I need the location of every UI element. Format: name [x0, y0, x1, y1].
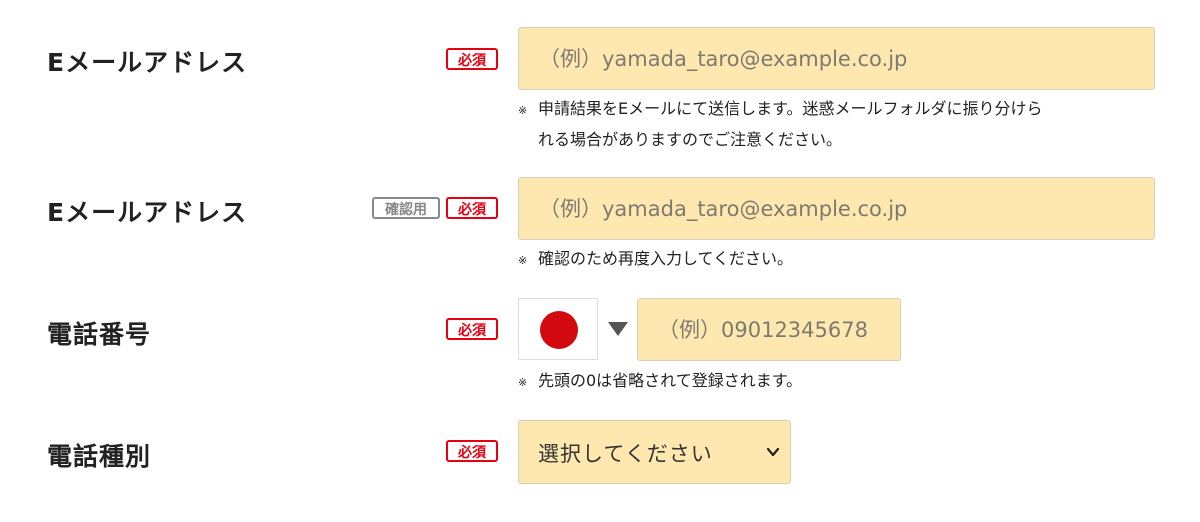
email-confirm-note: ※ 確認のため再度入力してください。 — [518, 244, 793, 275]
note-mark: ※ — [518, 254, 528, 267]
chevron-down-icon — [766, 447, 780, 457]
country-selector[interactable] — [518, 298, 598, 360]
phone-type-select[interactable]: 選択してください — [518, 420, 791, 484]
email-confirm-input[interactable] — [518, 177, 1155, 240]
email-note-line2: れる場合がありますのでご注意ください。 — [538, 130, 843, 149]
required-badge: 必須 — [446, 318, 498, 340]
phone-note-text: 先頭の0は省略されて登録されます。 — [538, 371, 803, 390]
email-note-line1: 申請結果をEメールにて送信します。迷惑メールフォルダに振り分けら — [538, 99, 1043, 118]
email-label: Eメールアドレス — [47, 48, 248, 77]
required-badge: 必須 — [446, 48, 498, 70]
phone-note: ※ 先頭の0は省略されて登録されます。 — [518, 366, 802, 397]
caret-down-icon[interactable] — [608, 322, 628, 336]
required-badge: 必須 — [446, 197, 498, 219]
confirm-badge: 確認用 — [372, 197, 440, 219]
phone-type-label: 電話種別 — [47, 442, 152, 471]
note-mark: ※ — [518, 104, 528, 117]
required-badge: 必須 — [446, 440, 498, 462]
email-note: ※ 申請結果をEメールにて送信します。迷惑メールフォルダに振り分けら れる場合があ… — [518, 94, 1043, 154]
email-input[interactable] — [518, 27, 1155, 90]
phone-label: 電話番号 — [47, 320, 152, 349]
email-confirm-label: Eメールアドレス — [47, 198, 248, 227]
email-confirm-note-text: 確認のため再度入力してください。 — [538, 249, 794, 268]
phone-input[interactable] — [637, 298, 901, 361]
phone-type-select-value: 選択してください — [538, 442, 713, 466]
japan-flag-icon — [540, 311, 578, 349]
note-mark: ※ — [518, 376, 528, 389]
